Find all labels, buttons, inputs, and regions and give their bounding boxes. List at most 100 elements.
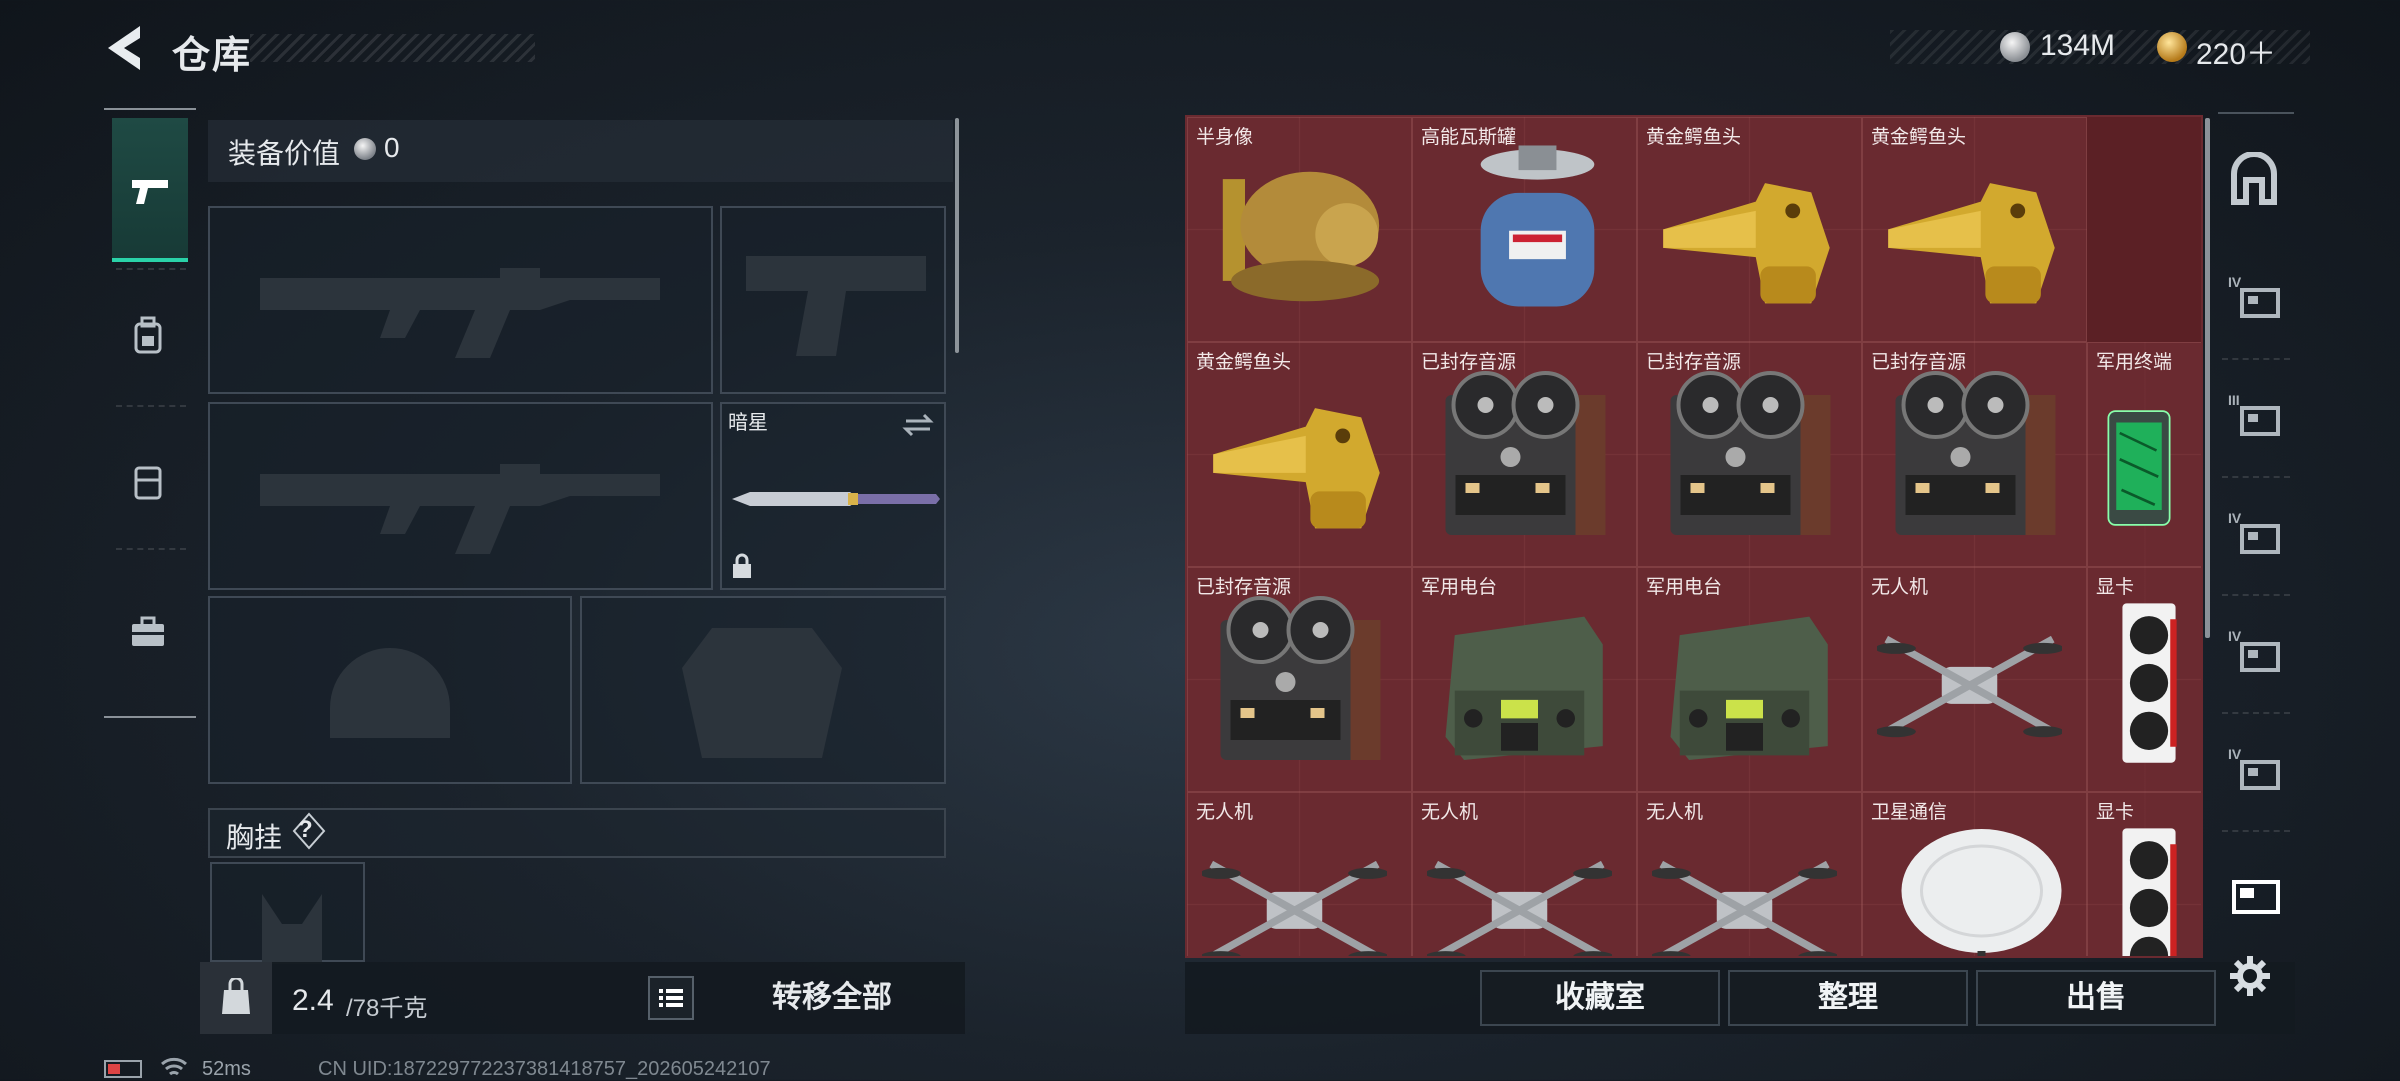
silver-coin-icon [2000,32,2030,62]
gold-currency-amount[interactable]: 220＋ [2196,29,2276,73]
help-mark: ? [298,816,313,843]
military-radio-icon [1413,568,1638,793]
equipment-value-label: 装备价值 [228,138,341,169]
stash-item[interactable]: 黄金鳄鱼头 [1187,342,1412,567]
weight-bag-box [200,962,272,1034]
organize-button[interactable]: 整理 [1728,970,1968,1026]
wifi-icon [161,1057,187,1076]
armor-slot[interactable] [580,596,946,784]
gold-crocodile-head-icon [1638,118,1863,343]
storage-box-icon [2240,524,2280,554]
category-separator [2222,712,2290,714]
secondary-weapon-slot[interactable] [208,402,713,590]
title-stripe [250,34,535,62]
silver-coin-icon [354,138,376,160]
stash-item[interactable]: 已封存音源 [1187,567,1412,792]
stash-home-icon[interactable] [2226,152,2282,208]
list-view-button[interactable] [648,976,694,1020]
sidearm-slot[interactable] [720,206,946,394]
stash-item[interactable]: 高能瓦斯罐 [1412,117,1637,342]
collection-room-button[interactable]: 收藏室 [1480,970,1720,1026]
storage-box-icon [2240,760,2280,790]
equipment-scrollbar[interactable] [955,118,959,353]
stash-item[interactable]: 已封存音源 [1412,342,1637,567]
battery-icon [104,1060,142,1078]
primary-weapon-slot[interactable] [208,206,713,394]
stash-item[interactable]: 无人机 [1637,792,1862,956]
transfer-all-button[interactable]: 转移全部 [712,970,952,1026]
stash-item[interactable]: 军用电台 [1637,567,1862,792]
equipment-value: 0 [384,132,400,163]
stash-item[interactable]: 军用终端 [2087,342,2201,568]
sell-button[interactable]: 出售 [1976,970,2216,1026]
stash-item[interactable]: 黄金鳄鱼头 [1637,117,1862,342]
rifle-silhouette-icon [260,268,660,358]
stash-item[interactable]: 显卡 [2087,792,2201,956]
category-separator [2222,358,2290,360]
melee-item-name: 暗星 [728,412,768,434]
user-id-text: CN UID:18722977223738141875​7_2026052421… [318,1058,771,1080]
stash-item[interactable]: 半身像 [1187,117,1412,342]
chest-rig-silhouette-icon [262,894,322,964]
category-separator [2222,594,2290,596]
briefcase-icon[interactable] [128,612,168,652]
knife-icon [732,492,940,506]
stash-item[interactable]: 已封存音源 [1637,342,1862,567]
nav-separator [116,405,186,407]
stash-item[interactable]: 显卡 [2087,567,2201,793]
reel-recorder-icon [1413,343,1638,568]
helmet-silhouette-icon [330,648,450,738]
stash-item[interactable]: 已封存音源 [1862,342,2087,567]
reel-recorder-icon [1638,343,1863,568]
list-icon [659,989,683,1007]
vest-icon[interactable] [128,462,168,502]
drone-icon [1863,568,2088,793]
stash-item[interactable]: 卫星通信 [1862,792,2087,956]
storage-category-tab[interactable]: IV [2222,268,2290,348]
storage-category-tab[interactable]: IV [2222,504,2290,584]
swap-icon[interactable] [902,412,934,438]
silver-currency-amount: 134M [2040,29,2116,62]
ping-text: 52ms [202,1058,251,1080]
stash-item[interactable]: 无人机 [1412,792,1638,956]
military-radio-icon [1638,568,1863,793]
storage-box-icon [2232,880,2280,914]
page-title: 仓库 [172,35,253,77]
storage-category-tab[interactable]: III [2222,386,2290,466]
nav-separator [116,268,186,270]
armor-silhouette-icon [682,628,842,758]
drone-icon [1413,793,1638,956]
storage-box-icon [2240,406,2280,436]
military-terminal-icon [2088,343,2201,568]
rifle-silhouette-icon [260,464,660,554]
category-separator [2222,830,2290,832]
stash-item[interactable]: 军用电台 [1412,567,1637,792]
category-separator [2222,476,2290,478]
active-storage-tab[interactable] [2228,870,2284,920]
graphics-card-icon [2088,793,2201,956]
pistol-silhouette-icon [746,256,926,356]
settings-gear-icon[interactable] [2228,954,2272,998]
storage-box-icon [2240,642,2280,672]
stash-item[interactable]: 无人机 [1187,792,1413,956]
lock-icon [733,553,751,578]
storage-box-icon [2240,288,2280,318]
stash-grid: 半身像 高能瓦斯罐 黄金鳄鱼头 黄金鳄鱼头 黄金鳄鱼头 已封存音源 已封存音源 已封存音源 军用… [1185,115,2203,958]
stash-item[interactable]: 无人机 [1862,567,2087,792]
helmet-slot[interactable] [208,596,572,784]
chest-rig-slot[interactable] [210,862,365,964]
nav-separator [116,548,186,550]
pistol-icon [132,180,168,204]
gold-coin-icon [2157,32,2187,62]
drone-icon [1188,793,1413,956]
backpack-icon[interactable] [128,316,168,356]
stash-item[interactable]: 黄金鳄鱼头 [1862,117,2087,342]
gold-crocodile-head-icon [1188,343,1413,568]
graphics-card-icon [2088,568,2201,793]
stash-scrollbar[interactable] [2205,118,2210,638]
storage-category-tab[interactable]: IV [2222,622,2290,702]
storage-category-tab[interactable]: IV [2222,740,2290,820]
back-arrow-icon[interactable] [100,22,150,74]
reel-recorder-icon [1863,343,2088,568]
gold-crocodile-head-icon [1863,118,2088,343]
